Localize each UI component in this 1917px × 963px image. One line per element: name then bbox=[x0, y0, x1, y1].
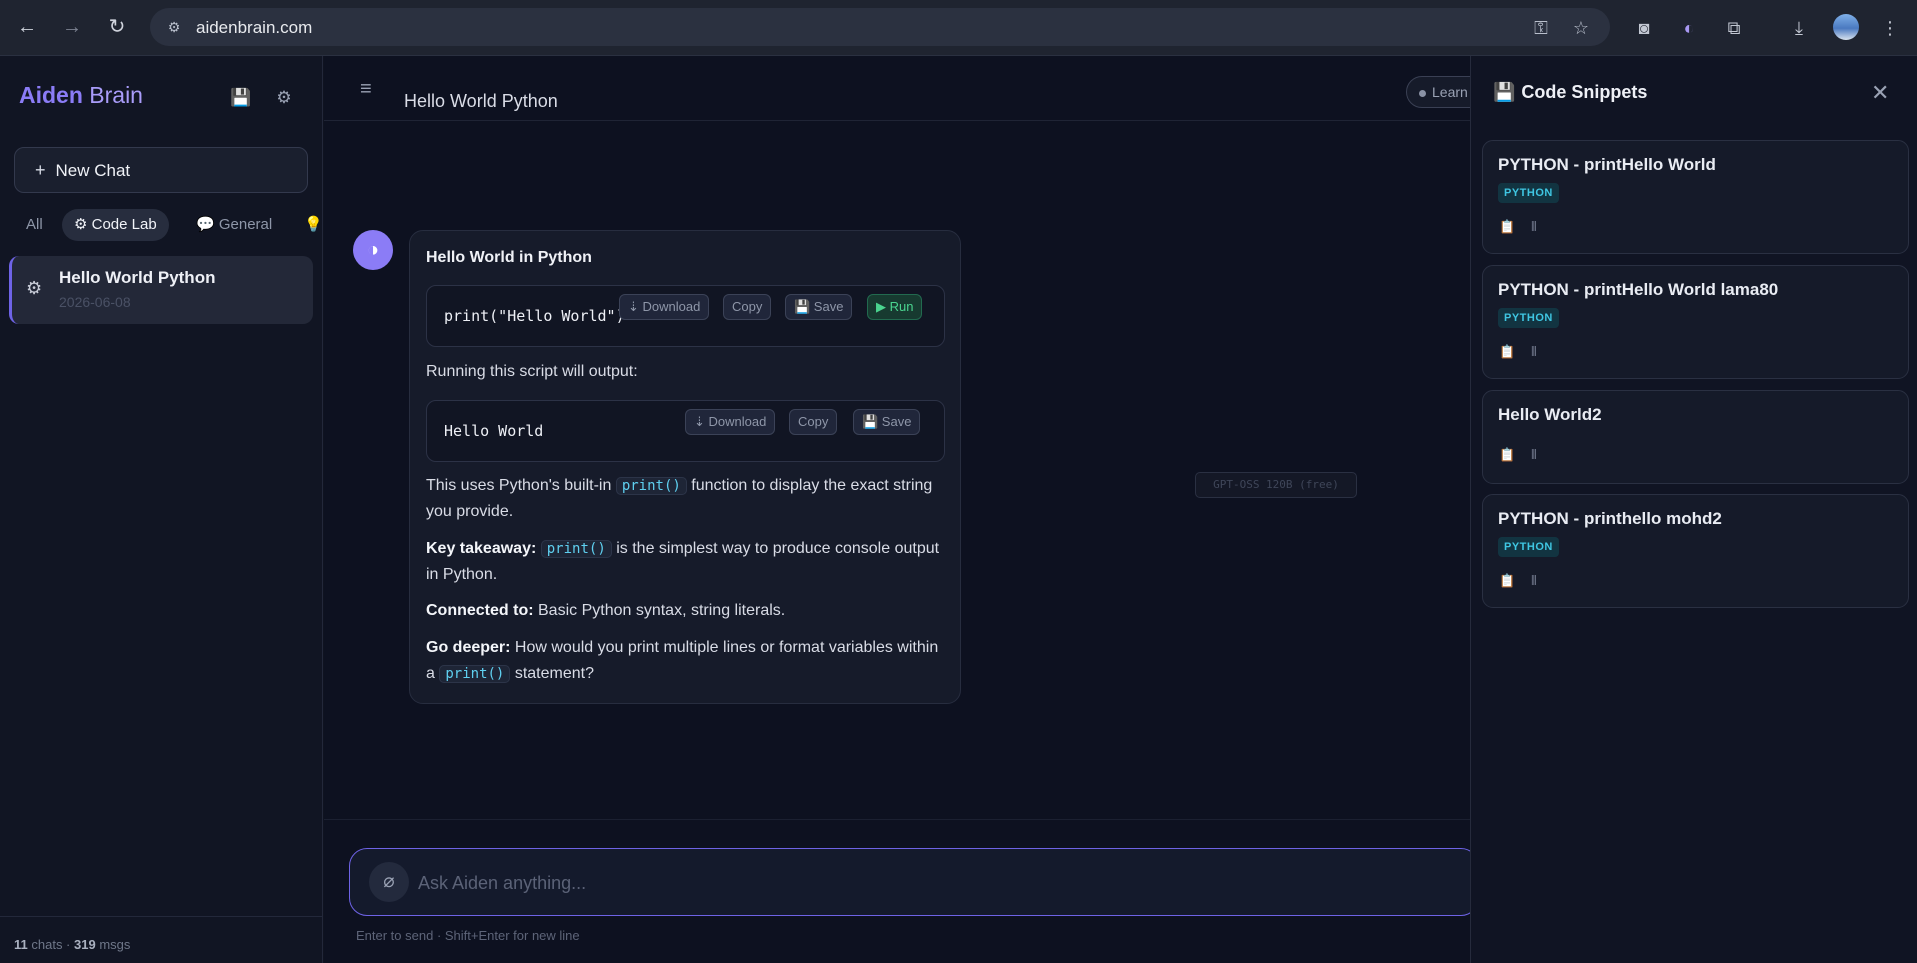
save-button[interactable]: 💾 Save bbox=[785, 294, 853, 320]
chat-main: ≡ Hello World Python Learn ◑ Hello World… bbox=[324, 56, 1486, 963]
key-takeaway-paragraph: Key takeaway: print() is the simplest wa… bbox=[426, 540, 940, 583]
floppy-disk-icon: 💾 bbox=[1493, 82, 1516, 102]
page-title: Hello World Python bbox=[404, 91, 558, 111]
star-icon[interactable]: ☆ bbox=[1570, 17, 1592, 39]
connected-to-paragraph: Connected to: Basic Python syntax, strin… bbox=[426, 602, 786, 619]
message-composer: ⌀ bbox=[349, 848, 1479, 916]
assistant-message: Hello World in Python print("Hello World… bbox=[409, 230, 961, 704]
profile-avatar[interactable] bbox=[1833, 14, 1859, 40]
sidebar: Aiden Brain 💾 ⚙ + New Chat All ⚙ Code Lab… bbox=[0, 56, 323, 963]
message-input[interactable] bbox=[418, 869, 1318, 897]
code-text: print("Hello World") bbox=[444, 307, 625, 325]
filter-code-lab[interactable]: ⚙ Code Lab bbox=[62, 209, 169, 241]
panel-title: 💾 Code Snippets bbox=[1493, 82, 1648, 102]
snippet-title: Hello World2 bbox=[1498, 405, 1602, 424]
output-block: Hello World ⇣ Download Copy 💾 Save bbox=[426, 400, 945, 462]
snippet-title: PYTHON - printhello mohd2 bbox=[1498, 509, 1722, 528]
code-snippets-panel: 💾 Code Snippets ✕ PYTHON - printHello Wor… bbox=[1470, 56, 1917, 963]
extension-ghost-icon[interactable]: ◐ bbox=[1675, 14, 1703, 42]
browser-toolbar: ← → ↻ ⚙ aidenbrain.com ⚿ ☆ ◙ ◐ ⧉ ⤓ ⋮ bbox=[0, 0, 1917, 56]
chat-item-title: Hello World Python bbox=[59, 268, 216, 287]
usage-stats: 11 chats · 319 msgs bbox=[14, 937, 131, 952]
hamburger-menu-icon[interactable]: ≡ bbox=[360, 78, 372, 101]
delete-icon[interactable]: ⦀ bbox=[1531, 219, 1537, 235]
download-button[interactable]: ⇣ Download bbox=[619, 294, 710, 320]
gear-icon[interactable]: ⚙ bbox=[272, 86, 296, 110]
divider bbox=[324, 819, 1470, 820]
sidebar-footer: 11 chats · 319 msgs bbox=[0, 916, 323, 963]
url-text[interactable]: aidenbrain.com bbox=[196, 18, 312, 38]
filter-ideas[interactable]: 💡 bbox=[300, 209, 327, 241]
explanation-paragraph: This uses Python's built-in print() func… bbox=[426, 477, 933, 520]
composer-hint: Enter to send · Shift+Enter for new line bbox=[356, 928, 580, 943]
site-info-icon[interactable]: ⚙ bbox=[164, 17, 184, 37]
copy-button[interactable]: Copy bbox=[789, 409, 838, 435]
chat-filters: All ⚙ Code Lab 💬 General 💡 bbox=[14, 209, 323, 243]
chat-item-date: 2026-06-08 bbox=[59, 294, 131, 310]
snippet-title: PYTHON - printHello World bbox=[1498, 155, 1716, 174]
address-bar[interactable]: ⚙ aidenbrain.com ⚿ ☆ bbox=[150, 8, 1610, 46]
go-deeper-paragraph: Go deeper: How would you print multiple … bbox=[426, 639, 939, 683]
delete-icon[interactable]: ⦀ bbox=[1531, 447, 1537, 463]
back-arrow-icon[interactable]: ← bbox=[12, 12, 42, 42]
snippet-card[interactable]: PYTHON - printHello World lama80 PYTHON … bbox=[1482, 265, 1909, 379]
save-button[interactable]: 💾 Save bbox=[853, 409, 921, 435]
gear-icon: ⚙ bbox=[26, 278, 43, 298]
puzzle-icon[interactable]: ⧉ bbox=[1720, 14, 1748, 42]
forward-arrow-icon[interactable]: → bbox=[57, 12, 87, 42]
key-icon[interactable]: ⚿ bbox=[1530, 17, 1552, 39]
clipboard-icon[interactable]: 📋 bbox=[1499, 219, 1515, 235]
code-block: print("Hello World") ⇣ Download Copy 💾 S… bbox=[426, 285, 945, 347]
clipboard-icon[interactable]: 📋 bbox=[1499, 447, 1515, 463]
download-button[interactable]: ⇣ Download bbox=[685, 409, 776, 435]
clipboard-icon[interactable]: 📋 bbox=[1499, 344, 1515, 360]
snippet-card[interactable]: PYTHON - printhello mohd2 PYTHON 📋 ⦀ bbox=[1482, 494, 1909, 608]
snippet-card[interactable]: PYTHON - printHello World PYTHON 📋 ⦀ bbox=[1482, 140, 1909, 254]
clipboard-icon[interactable]: 📋 bbox=[1499, 573, 1515, 589]
assistant-avatar-icon: ◑ bbox=[353, 230, 393, 270]
camera-icon[interactable]: ◙ bbox=[1630, 14, 1658, 42]
output-intro: Running this script will output: bbox=[426, 363, 638, 380]
language-badge: PYTHON bbox=[1498, 537, 1559, 557]
filter-all[interactable]: All bbox=[14, 209, 55, 241]
copy-button[interactable]: Copy bbox=[723, 294, 772, 320]
status-dot bbox=[1419, 89, 1426, 97]
delete-icon[interactable]: ⦀ bbox=[1531, 344, 1537, 360]
filter-general[interactable]: 💬 General bbox=[184, 209, 284, 241]
reload-icon[interactable]: ↻ bbox=[102, 12, 132, 42]
model-badge: GPT-OSS 120B (free) bbox=[1195, 472, 1357, 498]
new-chat-button[interactable]: + New Chat bbox=[14, 147, 308, 193]
chat-list-item[interactable]: ⚙ Hello World Python 2026-06-08 bbox=[9, 256, 313, 324]
snippet-title: PYTHON - printHello World lama80 bbox=[1498, 280, 1779, 299]
message-heading: Hello World in Python bbox=[426, 249, 592, 266]
brand-logo[interactable]: Aiden Brain bbox=[19, 82, 143, 109]
download-icon[interactable]: ⤓ bbox=[1785, 14, 1813, 42]
delete-icon[interactable]: ⦀ bbox=[1531, 573, 1537, 589]
menu-dots-icon[interactable]: ⋮ bbox=[1876, 14, 1904, 42]
language-badge: PYTHON bbox=[1498, 183, 1559, 203]
output-text: Hello World bbox=[444, 422, 544, 440]
floppy-disk-icon[interactable]: 💾 bbox=[229, 86, 253, 110]
close-icon[interactable]: ✕ bbox=[1871, 80, 1889, 106]
run-button[interactable]: ▶ Run bbox=[867, 294, 923, 320]
plus-icon: + bbox=[35, 160, 46, 180]
chat-header: ≡ Hello World Python Learn bbox=[324, 56, 1486, 121]
paperclip-icon[interactable]: ⌀ bbox=[369, 862, 409, 902]
language-badge: PYTHON bbox=[1498, 308, 1559, 328]
snippet-card[interactable]: Hello World2 📋 ⦀ bbox=[1482, 390, 1909, 484]
